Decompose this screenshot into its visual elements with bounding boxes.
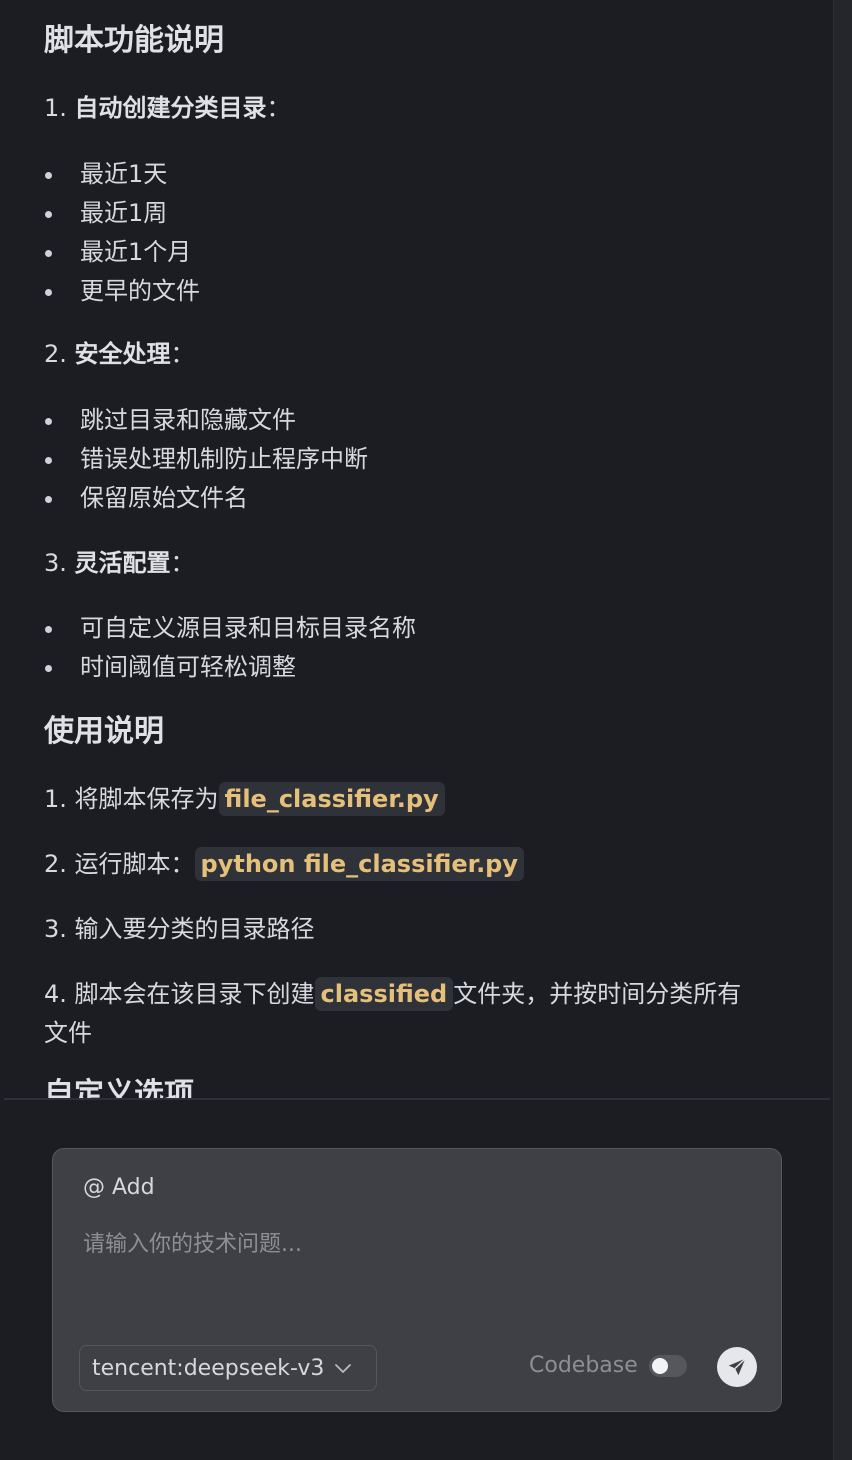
send-icon: [726, 1356, 748, 1378]
section-2-list: 跳过目录和隐藏文件 错误处理机制防止程序中断 保留原始文件名: [44, 401, 368, 518]
inline-code: file_classifier.py: [218, 782, 445, 816]
list-item: 时间阈值可轻松调整: [44, 648, 416, 687]
chat-input-panel: @ Add tencent:deepseek-v3 Codebase: [52, 1148, 782, 1412]
usage-step-2: 2. 运行脚本： python file_classifier.py: [44, 846, 525, 882]
section-2-title: 2. 安全处理：: [44, 340, 195, 368]
section-3-list: 可自定义源目录和目标目录名称 时间阈值可轻松调整: [44, 609, 416, 687]
codebase-label: Codebase: [529, 1353, 638, 1378]
prompt-input[interactable]: [81, 1227, 725, 1261]
list-item: 最近1天: [44, 155, 200, 194]
section-1-list: 最近1天 最近1周 最近1个月 更早的文件: [44, 155, 200, 311]
list-item: 跳过目录和隐藏文件: [44, 401, 368, 440]
list-item: 错误处理机制防止程序中断: [44, 440, 368, 479]
heading-custom-options: 自定义选项: [44, 1077, 194, 1099]
content-divider: [4, 1098, 830, 1100]
section-3-title: 3. 灵活配置：: [44, 549, 195, 577]
send-button[interactable]: [717, 1347, 757, 1387]
model-select[interactable]: tencent:deepseek-v3: [79, 1345, 377, 1391]
list-item: 可自定义源目录和目标目录名称: [44, 609, 416, 648]
chevron-down-icon: [332, 1357, 354, 1379]
usage-step-4: 4. 脚本会在该目录下创建 classified 文件夹，并按时间分类所有: [44, 976, 741, 1012]
usage-step-1: 1. 将脚本保存为 file_classifier.py: [44, 781, 445, 817]
list-item: 更早的文件: [44, 272, 200, 311]
inline-code: python file_classifier.py: [194, 847, 525, 881]
toggle-knob: [652, 1358, 668, 1374]
model-select-value: tencent:deepseek-v3: [92, 1355, 325, 1381]
section-1-title: 1. 自动创建分类目录：: [44, 94, 291, 122]
list-item: 最近1个月: [44, 233, 200, 272]
scrollbar-track[interactable]: [833, 0, 852, 1460]
inline-code: classified: [314, 977, 454, 1011]
add-context-button[interactable]: @ Add: [83, 1175, 155, 1200]
chat-message-content: 脚本功能说明 1. 自动创建分类目录： 最近1天 最近1周 最近1个月 更早的文…: [0, 0, 834, 1099]
usage-step-4-continuation: 文件: [44, 1019, 92, 1047]
codebase-toggle[interactable]: [649, 1355, 687, 1377]
list-item: 最近1周: [44, 194, 200, 233]
heading-functions: 脚本功能说明: [44, 23, 224, 58]
list-item: 保留原始文件名: [44, 479, 368, 518]
heading-usage: 使用说明: [44, 714, 164, 749]
usage-step-3: 3. 输入要分类的目录路径: [44, 915, 315, 943]
